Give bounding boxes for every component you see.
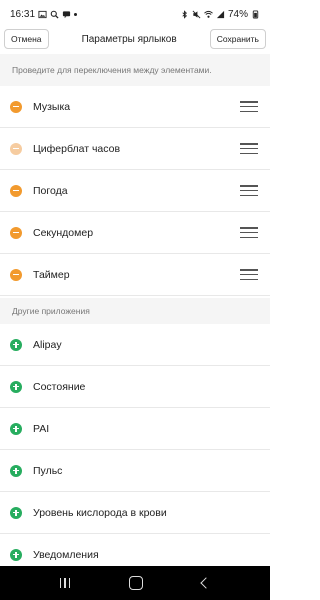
status-left: 16:31 xyxy=(10,8,78,20)
list-item-label: Уровень кислорода в крови xyxy=(33,506,167,519)
list-item[interactable]: Секундомер xyxy=(0,212,270,254)
list-item-label: Секундомер xyxy=(33,226,94,239)
header: Отмена Параметры ярлыков Сохранить xyxy=(0,28,270,50)
status-time: 16:31 xyxy=(10,8,36,20)
list-item[interactable]: Музыка xyxy=(0,86,270,128)
remove-icon[interactable] xyxy=(10,268,22,281)
battery-icon xyxy=(252,9,259,19)
drag-handle-icon[interactable] xyxy=(240,269,258,280)
drag-handle-icon[interactable] xyxy=(240,185,258,196)
bluetooth-icon xyxy=(182,9,187,19)
remove-icon[interactable] xyxy=(10,184,22,197)
list-item[interactable]: Уровень кислорода в крови xyxy=(0,492,270,534)
list-item[interactable]: Пульс xyxy=(0,450,270,492)
cancel-button[interactable]: Отмена xyxy=(4,29,49,49)
drag-handle-icon[interactable] xyxy=(240,143,258,154)
add-icon[interactable] xyxy=(10,422,22,435)
navigation-bar xyxy=(0,566,270,600)
mute-icon xyxy=(192,10,201,18)
list-item-label: Состояние xyxy=(33,380,86,393)
add-icon[interactable] xyxy=(10,548,22,561)
list-item[interactable]: Таймер xyxy=(0,254,270,296)
status-right: 74% xyxy=(180,9,260,20)
add-icon[interactable] xyxy=(10,464,22,477)
search-icon xyxy=(50,10,59,19)
list-item-label: Таймер xyxy=(33,268,70,281)
list-item-label: Уведомления xyxy=(33,548,99,561)
list-item[interactable]: Циферблат часов xyxy=(0,128,270,170)
hint-text: Проведите для переключения между элемент… xyxy=(0,54,270,86)
recent-apps-icon[interactable] xyxy=(59,578,71,588)
list-item-label: Пульс xyxy=(33,464,63,477)
list-item-label: Музыка xyxy=(33,100,71,113)
list-item[interactable]: Состояние xyxy=(0,366,270,408)
list-item-label: Alipay xyxy=(33,338,62,351)
other-apps-list: Alipay Состояние PAI Пульс Уровень кислорода… xyxy=(0,324,270,576)
battery-text: 74% xyxy=(227,8,248,20)
list-item[interactable]: Alipay xyxy=(0,324,270,366)
drag-handle-icon[interactable] xyxy=(240,101,258,112)
drag-handle-icon[interactable] xyxy=(240,227,258,238)
add-icon[interactable] xyxy=(10,380,22,393)
add-icon[interactable] xyxy=(10,338,22,351)
home-icon[interactable] xyxy=(129,576,144,590)
list-item[interactable]: Погода xyxy=(0,170,270,212)
dot-icon xyxy=(74,12,78,16)
signal-icon xyxy=(216,10,225,18)
remove-icon xyxy=(10,142,22,155)
remove-icon[interactable] xyxy=(10,226,22,239)
list-item[interactable]: PAI xyxy=(0,408,270,450)
back-icon[interactable] xyxy=(200,577,213,589)
list-item-label: Циферблат часов xyxy=(33,142,121,155)
add-icon[interactable] xyxy=(10,506,22,519)
image-icon xyxy=(38,10,47,18)
status-bar: 16:31 74% xyxy=(0,0,270,28)
wifi-icon xyxy=(204,10,213,18)
active-shortcuts-list: Музыка Циферблат часов Погода Секундомер Тай… xyxy=(0,86,270,296)
remove-icon[interactable] xyxy=(10,100,22,113)
other-apps-section-title: Другие приложения xyxy=(0,298,270,324)
list-item-label: Погода xyxy=(33,184,68,197)
message-icon xyxy=(62,10,71,18)
list-item-label: PAI xyxy=(33,422,50,435)
page-title: Параметры ярлыков xyxy=(81,33,177,45)
save-button[interactable]: Сохранить xyxy=(209,29,266,49)
